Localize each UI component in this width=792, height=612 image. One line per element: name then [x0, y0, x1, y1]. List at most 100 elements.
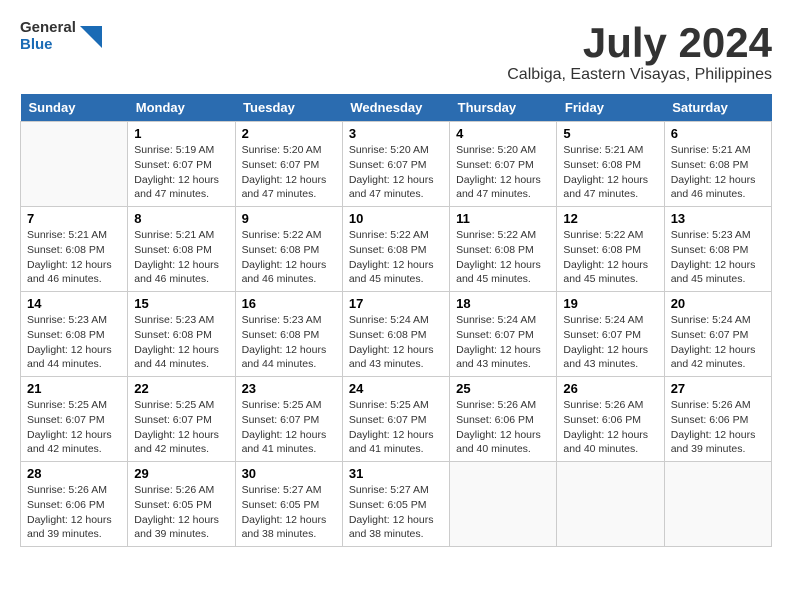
date-number: 29	[134, 466, 228, 481]
day-info: Sunrise: 5:21 AM Sunset: 6:08 PM Dayligh…	[134, 228, 228, 287]
day-cell-26: 26Sunrise: 5:26 AM Sunset: 6:06 PM Dayli…	[557, 377, 664, 462]
day-info: Sunrise: 5:24 AM Sunset: 6:07 PM Dayligh…	[671, 313, 765, 372]
date-number: 9	[242, 211, 336, 226]
day-header-tuesday: Tuesday	[235, 94, 342, 122]
day-cell-20: 20 Sunrise: 5:24 AM Sunset: 6:07 PM Dayli…	[664, 292, 771, 377]
logo-icon	[80, 26, 102, 48]
day-cell-2: 2 Sunrise: 5:20 AM Sunset: 6:07 PM Daylig…	[235, 122, 342, 207]
day-cell-11: 11Sunrise: 5:22 AM Sunset: 6:08 PM Dayli…	[450, 207, 557, 292]
date-number: 5	[563, 126, 657, 141]
week-row-3: 14 Sunrise: 5:23 AM Sunset: 6:08 PM Dayli…	[21, 292, 772, 377]
date-number: 19	[563, 296, 657, 311]
empty-cell	[450, 462, 557, 547]
day-cell-4: 4 Sunrise: 5:20 AM Sunset: 6:07 PM Daylig…	[450, 122, 557, 207]
date-number: 15	[134, 296, 228, 311]
empty-cell	[21, 122, 128, 207]
day-cell-10: 10 Sunrise: 5:22 AM Sunset: 6:08 PM Dayli…	[342, 207, 449, 292]
date-number: 4	[456, 126, 550, 141]
day-headers-row: SundayMondayTuesdayWednesdayThursdayFrid…	[21, 94, 772, 122]
date-number: 18	[456, 296, 550, 311]
date-number: 6	[671, 126, 765, 141]
day-info: Sunrise: 5:25 AM Sunset: 6:07 PM Dayligh…	[242, 398, 336, 457]
date-number: 16	[242, 296, 336, 311]
day-cell-27: 27Sunrise: 5:26 AM Sunset: 6:06 PM Dayli…	[664, 377, 771, 462]
date-number: 8	[134, 211, 228, 226]
day-cell-29: 29 Sunrise: 5:26 AM Sunset: 6:05 PM Dayli…	[128, 462, 235, 547]
day-header-sunday: Sunday	[21, 94, 128, 122]
date-number: 2	[242, 126, 336, 141]
day-info: Sunrise: 5:24 AM Sunset: 6:08 PM Dayligh…	[349, 313, 443, 372]
day-cell-23: 23 Sunrise: 5:25 AM Sunset: 6:07 PM Dayli…	[235, 377, 342, 462]
date-number: 13	[671, 211, 765, 226]
date-number: 20	[671, 296, 765, 311]
empty-cell	[664, 462, 771, 547]
date-number: 23	[242, 381, 336, 396]
logo: General Blue	[20, 20, 102, 53]
day-cell-17: 17 Sunrise: 5:24 AM Sunset: 6:08 PM Dayli…	[342, 292, 449, 377]
day-info: Sunrise: 5:26 AM Sunset: 6:05 PM Dayligh…	[134, 483, 228, 542]
date-number: 14	[27, 296, 121, 311]
title-block: July 2024 Calbiga, Eastern Visayas, Phil…	[507, 20, 772, 84]
week-row-5: 28Sunrise: 5:26 AM Sunset: 6:06 PM Dayli…	[21, 462, 772, 547]
day-cell-9: 9Sunrise: 5:22 AM Sunset: 6:08 PM Daylig…	[235, 207, 342, 292]
day-header-friday: Friday	[557, 94, 664, 122]
week-row-2: 7 Sunrise: 5:21 AM Sunset: 6:08 PM Daylig…	[21, 207, 772, 292]
day-info: Sunrise: 5:23 AM Sunset: 6:08 PM Dayligh…	[671, 228, 765, 287]
day-cell-31: 31Sunrise: 5:27 AM Sunset: 6:05 PM Dayli…	[342, 462, 449, 547]
day-cell-15: 15 Sunrise: 5:23 AM Sunset: 6:08 PM Dayli…	[128, 292, 235, 377]
day-info: Sunrise: 5:26 AM Sunset: 6:06 PM Dayligh…	[456, 398, 550, 457]
day-cell-14: 14 Sunrise: 5:23 AM Sunset: 6:08 PM Dayli…	[21, 292, 128, 377]
day-info: Sunrise: 5:19 AM Sunset: 6:07 PM Dayligh…	[134, 143, 228, 202]
logo-general: General	[20, 20, 76, 37]
day-info: Sunrise: 5:25 AM Sunset: 6:07 PM Dayligh…	[134, 398, 228, 457]
day-info: Sunrise: 5:26 AM Sunset: 6:06 PM Dayligh…	[27, 483, 121, 542]
location-subtitle: Calbiga, Eastern Visayas, Philippines	[507, 66, 772, 84]
day-cell-16: 16 Sunrise: 5:23 AM Sunset: 6:08 PM Dayli…	[235, 292, 342, 377]
day-info: Sunrise: 5:20 AM Sunset: 6:07 PM Dayligh…	[456, 143, 550, 202]
day-info: Sunrise: 5:26 AM Sunset: 6:06 PM Dayligh…	[671, 398, 765, 457]
date-number: 31	[349, 466, 443, 481]
day-info: Sunrise: 5:23 AM Sunset: 6:08 PM Dayligh…	[242, 313, 336, 372]
day-info: Sunrise: 5:25 AM Sunset: 6:07 PM Dayligh…	[349, 398, 443, 457]
day-info: Sunrise: 5:26 AM Sunset: 6:06 PM Dayligh…	[563, 398, 657, 457]
day-cell-5: 5 Sunrise: 5:21 AM Sunset: 6:08 PM Daylig…	[557, 122, 664, 207]
day-cell-3: 3 Sunrise: 5:20 AM Sunset: 6:07 PM Daylig…	[342, 122, 449, 207]
day-info: Sunrise: 5:24 AM Sunset: 6:07 PM Dayligh…	[563, 313, 657, 372]
day-header-monday: Monday	[128, 94, 235, 122]
day-info: Sunrise: 5:23 AM Sunset: 6:08 PM Dayligh…	[27, 313, 121, 372]
date-number: 1	[134, 126, 228, 141]
date-number: 12	[563, 211, 657, 226]
day-info: Sunrise: 5:21 AM Sunset: 6:08 PM Dayligh…	[563, 143, 657, 202]
day-info: Sunrise: 5:22 AM Sunset: 6:08 PM Dayligh…	[349, 228, 443, 287]
day-cell-12: 12 Sunrise: 5:22 AM Sunset: 6:08 PM Dayli…	[557, 207, 664, 292]
day-cell-18: 18 Sunrise: 5:24 AM Sunset: 6:07 PM Dayli…	[450, 292, 557, 377]
day-info: Sunrise: 5:21 AM Sunset: 6:08 PM Dayligh…	[27, 228, 121, 287]
day-cell-22: 22 Sunrise: 5:25 AM Sunset: 6:07 PM Dayli…	[128, 377, 235, 462]
date-number: 22	[134, 381, 228, 396]
day-cell-21: 21Sunrise: 5:25 AM Sunset: 6:07 PM Dayli…	[21, 377, 128, 462]
date-number: 25	[456, 381, 550, 396]
day-header-thursday: Thursday	[450, 94, 557, 122]
date-number: 17	[349, 296, 443, 311]
day-info: Sunrise: 5:23 AM Sunset: 6:08 PM Dayligh…	[134, 313, 228, 372]
day-cell-7: 7 Sunrise: 5:21 AM Sunset: 6:08 PM Daylig…	[21, 207, 128, 292]
day-info: Sunrise: 5:22 AM Sunset: 6:08 PM Dayligh…	[456, 228, 550, 287]
day-cell-13: 13 Sunrise: 5:23 AM Sunset: 6:08 PM Dayli…	[664, 207, 771, 292]
day-cell-28: 28Sunrise: 5:26 AM Sunset: 6:06 PM Dayli…	[21, 462, 128, 547]
day-cell-24: 24Sunrise: 5:25 AM Sunset: 6:07 PM Dayli…	[342, 377, 449, 462]
day-info: Sunrise: 5:24 AM Sunset: 6:07 PM Dayligh…	[456, 313, 550, 372]
day-cell-19: 19 Sunrise: 5:24 AM Sunset: 6:07 PM Dayli…	[557, 292, 664, 377]
date-number: 7	[27, 211, 121, 226]
week-row-4: 21Sunrise: 5:25 AM Sunset: 6:07 PM Dayli…	[21, 377, 772, 462]
day-info: Sunrise: 5:20 AM Sunset: 6:07 PM Dayligh…	[242, 143, 336, 202]
day-cell-8: 8 Sunrise: 5:21 AM Sunset: 6:08 PM Daylig…	[128, 207, 235, 292]
day-cell-25: 25 Sunrise: 5:26 AM Sunset: 6:06 PM Dayli…	[450, 377, 557, 462]
day-info: Sunrise: 5:21 AM Sunset: 6:08 PM Dayligh…	[671, 143, 765, 202]
day-info: Sunrise: 5:20 AM Sunset: 6:07 PM Dayligh…	[349, 143, 443, 202]
date-number: 3	[349, 126, 443, 141]
day-info: Sunrise: 5:27 AM Sunset: 6:05 PM Dayligh…	[242, 483, 336, 542]
day-cell-30: 30Sunrise: 5:27 AM Sunset: 6:05 PM Dayli…	[235, 462, 342, 547]
day-info: Sunrise: 5:22 AM Sunset: 6:08 PM Dayligh…	[563, 228, 657, 287]
empty-cell	[557, 462, 664, 547]
date-number: 10	[349, 211, 443, 226]
